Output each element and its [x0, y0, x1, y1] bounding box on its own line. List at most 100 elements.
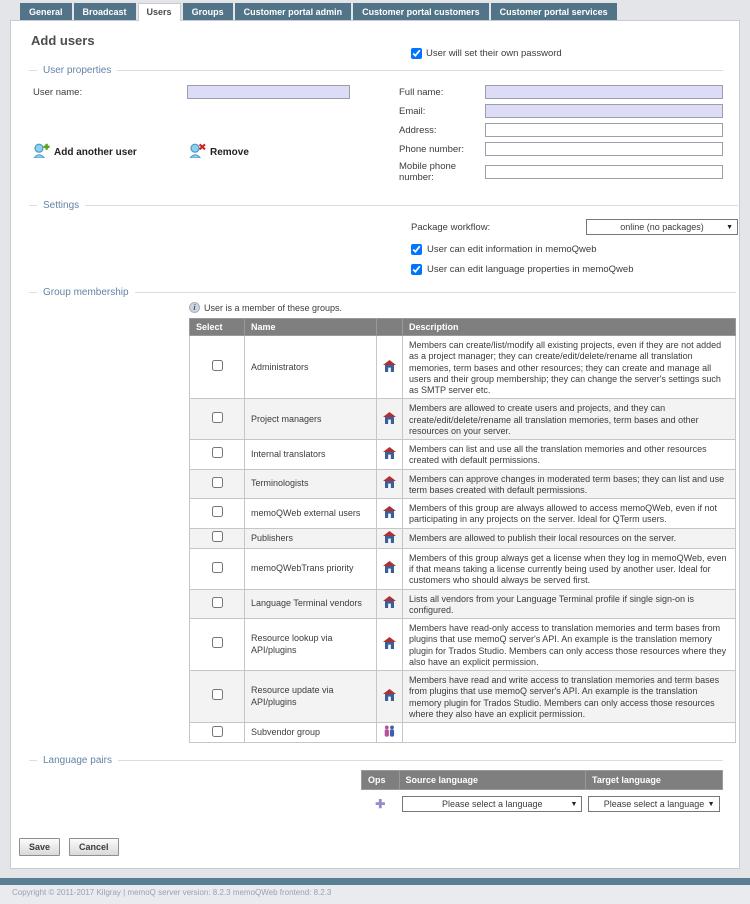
target-language-value: Please select a language	[604, 799, 705, 809]
tab-users[interactable]: Users	[138, 3, 181, 21]
chevron-down-icon: ▼	[708, 801, 715, 808]
language-pairs-legend: Language pairs	[37, 755, 118, 766]
group-select-checkbox-resource-update-via-api-plugins[interactable]	[212, 689, 223, 700]
address-input[interactable]	[485, 123, 723, 137]
info-icon: i	[189, 302, 200, 313]
tab-general[interactable]: General	[20, 3, 72, 20]
group-select-checkbox-internal-translators[interactable]	[212, 447, 223, 458]
house-icon	[383, 641, 396, 651]
section-language-pairs: Language pairs Ops Source language Targe…	[29, 755, 723, 824]
section-group-membership: Group membership i User is a member of t…	[29, 287, 736, 749]
group-row-administrators: AdministratorsMembers can create/list/mo…	[190, 336, 736, 399]
full-name-input[interactable]	[485, 85, 723, 99]
group-select-checkbox-project-managers[interactable]	[212, 412, 223, 423]
column-header-icon	[377, 319, 403, 336]
group-name: memoQWebTrans priority	[245, 548, 377, 589]
group-select-checkbox-subvendor-group[interactable]	[212, 726, 223, 737]
language-pair-row: ✚ Please select a language ▼ Please sele…	[362, 790, 723, 819]
action-buttons: Save Cancel	[19, 838, 739, 856]
group-membership-legend: Group membership	[37, 287, 135, 298]
group-name: Language Terminal vendors	[245, 589, 377, 619]
email-input[interactable]	[485, 104, 723, 118]
group-name: Administrators	[245, 336, 377, 399]
add-another-user-label: Add another user	[54, 147, 137, 158]
target-language-select[interactable]: Please select a language ▼	[588, 796, 719, 812]
group-name: Subvendor group	[245, 723, 377, 743]
source-language-select[interactable]: Please select a language ▼	[402, 796, 582, 812]
group-description	[403, 723, 736, 743]
section-user-properties: User properties User name: Add another u…	[29, 65, 723, 194]
user-remove-icon	[189, 143, 206, 161]
group-row-memoqweb-external-users: memoQWeb external users Members of this g…	[190, 499, 736, 529]
group-select-checkbox-publishers[interactable]	[212, 531, 223, 542]
group-description: Members can list and use all the transla…	[403, 440, 736, 470]
password-checkbox[interactable]	[411, 48, 422, 59]
cancel-button[interactable]: Cancel	[69, 838, 119, 856]
tab-broadcast[interactable]: Broadcast	[74, 3, 136, 20]
group-description: Members are allowed to publish their loc…	[403, 528, 736, 548]
group-name: Resource lookup via API/plugins	[245, 619, 377, 671]
group-name: Internal translators	[245, 440, 377, 470]
mobile-phone-number-label: Mobile phone number:	[399, 161, 485, 183]
group-select-checkbox-resource-lookup-via-api-plugins[interactable]	[212, 637, 223, 648]
tab-customer-portal-admin[interactable]: Customer portal admin	[235, 3, 352, 20]
group-description: Lists all vendors from your Language Ter…	[403, 589, 736, 619]
group-description: Members of this group are always allowed…	[403, 499, 736, 529]
group-row-terminologists: TerminologistsMembers can approve change…	[190, 469, 736, 499]
page: GeneralBroadcastUsersGroupsCustomer port…	[0, 0, 750, 904]
group-description: Members can approve changes in moderated…	[403, 469, 736, 499]
tab-customer-portal-services[interactable]: Customer portal services	[491, 3, 617, 20]
mobile-phone-number-input[interactable]	[485, 165, 723, 179]
phone-number-label: Phone number:	[399, 144, 485, 155]
house-icon	[383, 480, 396, 490]
user-properties-left: User name: Add another user	[29, 78, 399, 188]
full-name-label: Full name:	[399, 87, 485, 98]
group-row-memoqwebtrans-priority: memoQWebTrans priority Members of this gr…	[190, 548, 736, 589]
password-checkbox-label: User will set their own password	[426, 48, 562, 59]
group-row-internal-translators: Internal translators Members can list and…	[190, 440, 736, 470]
group-select-checkbox-terminologists[interactable]	[212, 477, 223, 488]
save-button[interactable]: Save	[19, 838, 60, 856]
phone-number-input[interactable]	[485, 142, 723, 156]
add-another-user-button[interactable]: Add another user	[33, 143, 189, 161]
column-header-description: Description	[403, 319, 736, 336]
package-workflow-select[interactable]: online (no packages) ▼	[586, 219, 738, 235]
section-settings: Settings Package workflow: online (no pa…	[29, 200, 738, 281]
user-name-input[interactable]	[187, 85, 350, 99]
group-row-publishers: Publishers Members are allowed to publish…	[190, 528, 736, 548]
user-add-icon	[33, 143, 50, 161]
address-label: Address:	[399, 125, 485, 136]
group-select-checkbox-language-terminal-vendors[interactable]	[212, 597, 223, 608]
group-select-checkbox-memoqweb-external-users[interactable]	[212, 506, 223, 517]
group-membership-table: Select Name Description AdministratorsMe…	[189, 318, 736, 743]
house-icon	[383, 364, 396, 374]
group-row-resource-lookup-via-api-plugins: Resource lookup via API/pluginsMembers h…	[190, 619, 736, 671]
language-pairs-table: Ops Source language Target language ✚ Pl…	[361, 770, 723, 818]
user-can-edit-information-in-memoqweb-checkbox[interactable]	[411, 244, 422, 255]
group-name: memoQWeb external users	[245, 499, 377, 529]
group-name: Publishers	[245, 528, 377, 548]
tab-customer-portal-customers[interactable]: Customer portal customers	[353, 3, 489, 20]
group-select-checkbox-memoqwebtrans-priority[interactable]	[212, 562, 223, 573]
column-header-ops: Ops	[362, 771, 400, 790]
user-can-edit-information-in-memoqweb-row: User can edit information in memoQweb	[411, 244, 738, 255]
remove-label: Remove	[210, 147, 249, 158]
group-select-checkbox-administrators[interactable]	[212, 360, 223, 371]
settings-legend: Settings	[37, 200, 85, 211]
chevron-down-icon: ▼	[571, 801, 578, 808]
house-icon	[383, 600, 396, 610]
group-membership-info: i User is a member of these groups.	[189, 302, 736, 313]
group-membership-info-text: User is a member of these groups.	[204, 303, 342, 313]
user-can-edit-language-properties-in-memoqweb-checkbox[interactable]	[411, 264, 422, 275]
group-description: Members of this group always get a licen…	[403, 548, 736, 589]
group-row-subvendor-group: Subvendor group	[190, 723, 736, 743]
group-name: Project managers	[245, 399, 377, 440]
people-icon	[383, 729, 396, 739]
package-workflow-value: online (no packages)	[620, 222, 704, 232]
plus-icon[interactable]: ✚	[375, 797, 385, 811]
source-language-value: Please select a language	[442, 799, 543, 809]
user-can-edit-information-in-memoqweb-label: User can edit information in memoQweb	[427, 244, 597, 255]
remove-button[interactable]: Remove	[189, 143, 249, 161]
tab-groups[interactable]: Groups	[183, 3, 233, 20]
group-row-language-terminal-vendors: Language Terminal vendors Lists all vendo…	[190, 589, 736, 619]
